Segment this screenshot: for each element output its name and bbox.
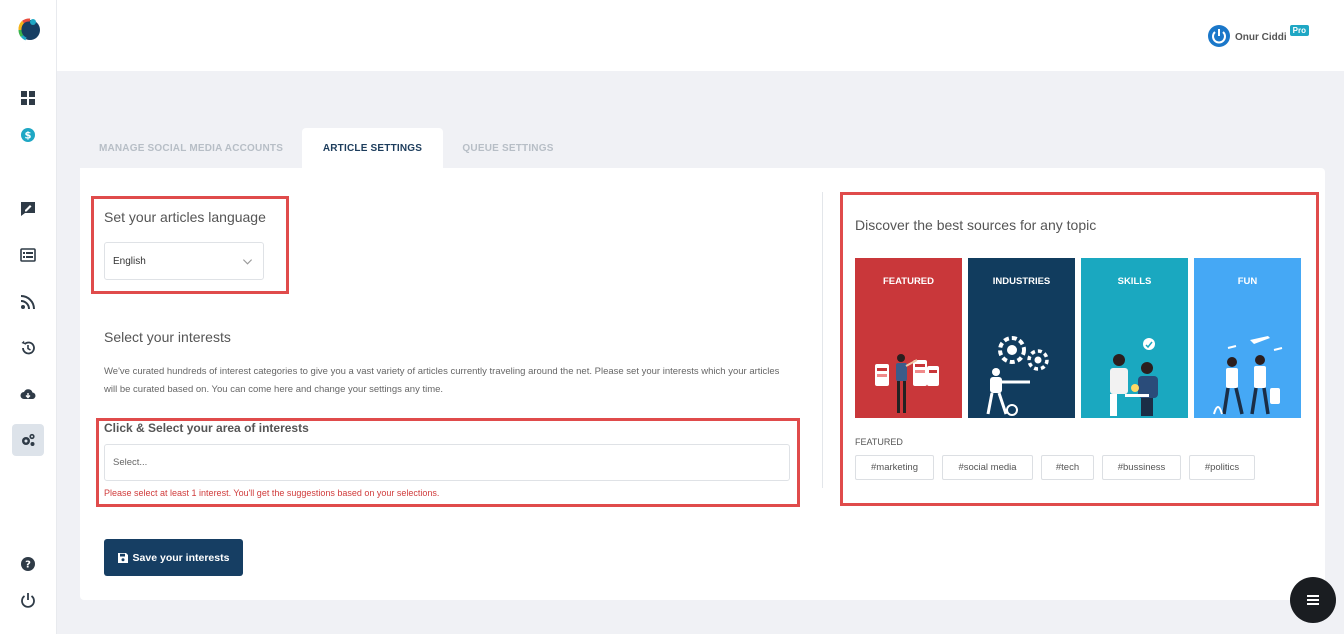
save-interests-button[interactable]: Save your interests xyxy=(104,539,243,576)
settings-icon[interactable] xyxy=(12,424,44,456)
tab-manage-social-media-accounts[interactable]: MANAGE SOCIAL MEDIA ACCOUNTS xyxy=(80,128,302,168)
category-label-featured: FEATURED xyxy=(855,276,962,287)
sidebar: $ ? xyxy=(0,0,57,634)
tag-tech[interactable]: #tech xyxy=(1041,455,1094,480)
compose-icon[interactable] xyxy=(12,193,44,225)
tag-marketing[interactable]: #marketing xyxy=(855,455,934,480)
featured-tags-label: FEATURED xyxy=(855,437,903,447)
interests-description: We've curated hundreds of interest categ… xyxy=(104,363,794,399)
pro-badge: Pro xyxy=(1290,25,1309,36)
floating-menu-button[interactable] xyxy=(1290,577,1336,623)
user-name: Onur Ciddi xyxy=(1235,32,1287,43)
language-section-title: Set your articles language xyxy=(104,209,266,225)
category-card-skills[interactable]: SKILLS xyxy=(1081,258,1188,418)
skills-illustration-icon xyxy=(1095,330,1175,418)
user-menu[interactable]: Onur Ciddi Pro xyxy=(1207,24,1309,48)
tab-article-settings[interactable]: ARTICLE SETTINGS xyxy=(302,128,443,168)
category-card-fun[interactable]: FUN xyxy=(1194,258,1301,418)
tag-social-media[interactable]: #social media xyxy=(942,455,1033,480)
save-interests-label: Save your interests xyxy=(133,552,230,564)
floppy-disk-icon xyxy=(118,553,128,563)
svg-text:?: ? xyxy=(25,560,31,571)
category-card-industries[interactable]: INDUSTRIES xyxy=(968,258,1075,418)
interests-select-input[interactable] xyxy=(104,444,790,481)
featured-illustration-icon xyxy=(869,330,949,418)
interests-section-title: Select your interests xyxy=(104,329,231,345)
svg-text:$: $ xyxy=(25,131,32,142)
discover-title: Discover the best sources for any topic xyxy=(855,217,1096,233)
coin-icon[interactable]: $ xyxy=(12,119,44,151)
category-label-industries: INDUSTRIES xyxy=(968,276,1075,287)
category-card-featured[interactable]: FEATURED xyxy=(855,258,962,418)
section-divider xyxy=(822,192,823,488)
tag-politics[interactable]: #politics xyxy=(1189,455,1255,480)
fun-illustration-icon xyxy=(1208,330,1288,418)
top-header: Onur Ciddi Pro xyxy=(57,0,1344,71)
article-settings-card: Set your articles language English Selec… xyxy=(80,168,1325,600)
tab-queue-settings[interactable]: QUEUE SETTINGS xyxy=(443,128,573,168)
category-label-skills: SKILLS xyxy=(1081,276,1188,287)
hamburger-menu-icon xyxy=(1306,593,1320,607)
featured-tags: #marketing #social media #tech #bussines… xyxy=(855,455,1263,480)
settings-tabs: MANAGE SOCIAL MEDIA ACCOUNTS ARTICLE SET… xyxy=(80,128,573,168)
app-logo[interactable] xyxy=(14,14,44,44)
list-icon[interactable] xyxy=(12,239,44,271)
interests-select-label: Click & Select your area of interests xyxy=(104,421,309,435)
help-icon[interactable]: ? xyxy=(12,548,44,580)
language-select[interactable]: English xyxy=(104,242,264,280)
user-avatar-icon xyxy=(1207,24,1231,48)
history-icon[interactable] xyxy=(12,332,44,364)
language-selected-value: English xyxy=(113,256,146,267)
rss-icon[interactable] xyxy=(12,286,44,318)
category-label-fun: FUN xyxy=(1194,276,1301,287)
interests-error-message: Please select at least 1 interest. You'l… xyxy=(104,488,439,498)
tag-bussiness[interactable]: #bussiness xyxy=(1102,455,1181,480)
dashboard-icon[interactable] xyxy=(12,82,44,114)
cloud-download-icon[interactable] xyxy=(12,378,44,410)
power-icon[interactable] xyxy=(12,584,44,616)
industries-illustration-icon xyxy=(982,330,1062,418)
chevron-down-icon xyxy=(242,256,253,267)
